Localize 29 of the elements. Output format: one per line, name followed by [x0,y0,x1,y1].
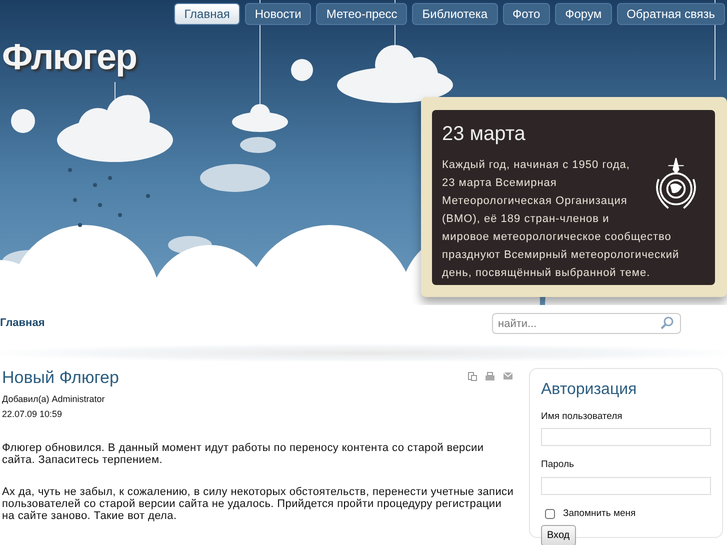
breadcrumb-link[interactable]: Главная [0,315,45,332]
notice-title: 23 марта [442,122,526,146]
remember-label: Запомнить меня [563,506,636,520]
envelope-icon[interactable] [503,372,513,380]
nav-tab[interactable]: Форум [555,3,612,25]
nav-tab[interactable]: Новости [244,3,312,25]
document-icon[interactable] [468,372,477,381]
password-field[interactable] [541,476,711,494]
nav-tab[interactable]: Библиотека [412,3,498,25]
article-title[interactable]: Новый Флюгер [2,368,119,388]
search-field[interactable]: найти... [492,313,681,334]
nav-tab[interactable]: Метео-пресс [316,3,408,25]
login-title: Авторизация [541,380,638,400]
article-date: 22.07.09 10:59 [2,408,64,421]
nav-tab[interactable]: Обратная связь [616,3,725,25]
nav-tab[interactable]: Главная [174,3,240,25]
article-author: Добавил(а) Administrator [2,393,106,406]
printer-icon[interactable] [485,372,495,381]
site-logo[interactable]: Флюгер [2,37,136,77]
search-icon[interactable] [660,316,674,330]
login-button[interactable]: Вход [541,524,576,545]
article-paragraph: Ах да, чуть не забыл, к сожалению, в силу некоторых обстоятельств, перенести учетные записи пользователей со старой версии сайта не удалось. Прийдется пройти процедуру регистрации на сайте заново. Такие вот дела. [2,486,515,522]
nav-tab[interactable]: Фото [502,3,550,25]
username-label: Имя пользователя [541,410,624,424]
article-paragraph: Флюгер обновился. В данный момент идут работы по переносу контента со старой версии сайта. Запаситесь терпением. [2,442,485,466]
remember-checkbox[interactable] [545,508,555,519]
username-field[interactable] [541,428,711,446]
password-label: Пароль [541,458,575,472]
notice-text: Каждый год, начиная с 1950 года, 23 марта Всемирная Метеорологическая Организация (ВМО), её 189 стран-членов и мировое метеорологическое сообщество празднуют Всемирный метеорологический день, посвящённый выбранной теме. [442,156,705,282]
